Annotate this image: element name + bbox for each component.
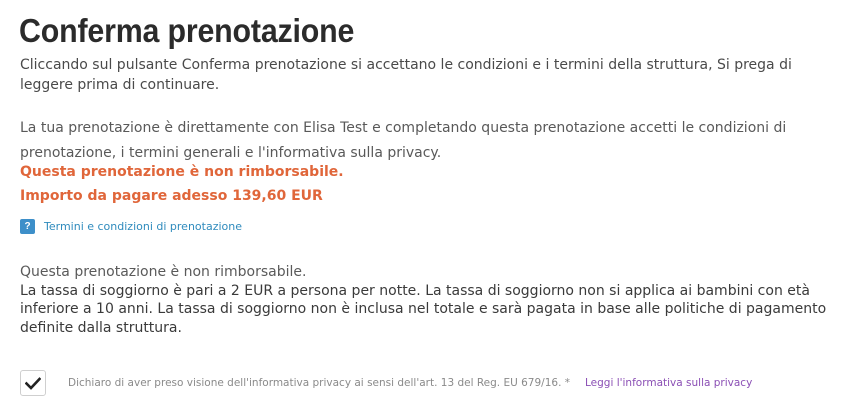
terms-conditions-link[interactable]: Termini e condizioni di prenotazione — [44, 220, 242, 233]
help-icon: ? — [20, 219, 35, 234]
page-title: Conferma prenotazione — [19, 12, 355, 49]
city-tax-policy: La tassa di soggiorno è pari a 2 EUR a p… — [20, 282, 827, 336]
amount-due: Importo da pagare adesso 139,60 EUR — [20, 188, 323, 204]
privacy-consent-label: Dichiaro di aver preso visione dell'info… — [68, 377, 570, 389]
terms-row: ? Termini e condizioni di prenotazione — [20, 219, 242, 234]
privacy-consent-row: Dichiaro di aver preso visione dell'info… — [20, 370, 752, 396]
policy-section: Questa prenotazione è non rimborsabile. … — [20, 263, 835, 337]
booking-terms-text: La tua prenotazione è direttamente con E… — [20, 120, 787, 161]
checkmark-icon — [25, 376, 41, 390]
privacy-policy-link[interactable]: Leggi l'informativa sulla privacy — [585, 377, 752, 389]
intro-text: Cliccando sul pulsante Conferma prenotaz… — [20, 57, 792, 93]
policy-non-refundable: Questa prenotazione è non rimborsabile. — [20, 264, 307, 280]
privacy-consent-checkbox[interactable] — [20, 370, 46, 396]
non-refundable-warning: Questa prenotazione è non rimborsabile. — [20, 164, 344, 180]
